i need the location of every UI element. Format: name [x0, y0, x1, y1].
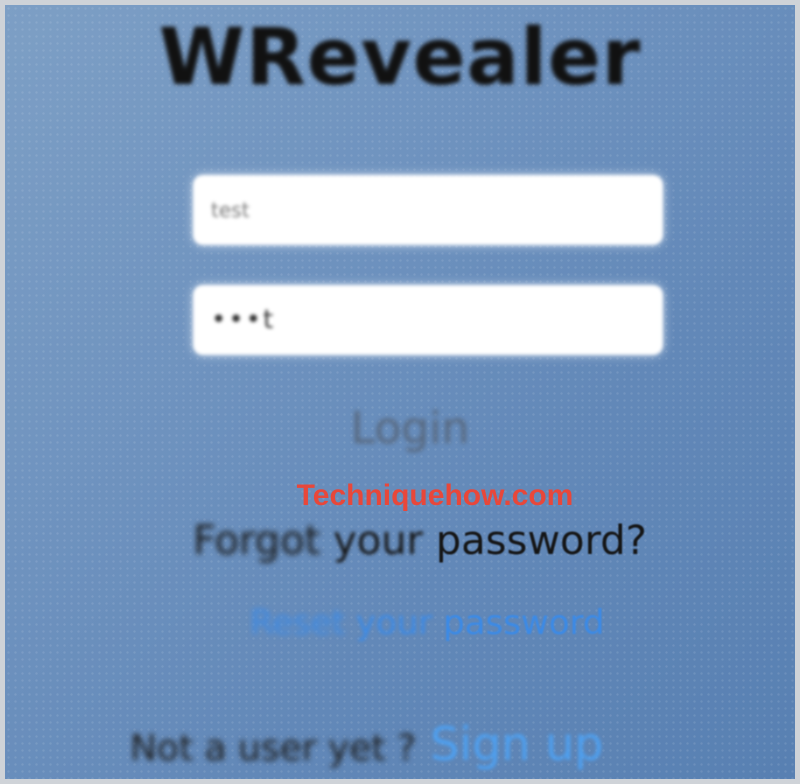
signup-row: Not a user yet ? Sign up	[130, 717, 603, 771]
username-input[interactable]: test	[193, 175, 663, 245]
reset-password-link[interactable]: Reset your password	[250, 603, 604, 643]
login-button[interactable]: Login	[5, 403, 795, 454]
username-value: test	[211, 198, 250, 222]
signup-prompt: Not a user yet ?	[130, 728, 417, 769]
password-value: •••t	[211, 305, 276, 335]
forgot-word-3: password?	[435, 518, 647, 564]
app-title: WRevealer	[158, 13, 642, 103]
forgot-password-text: Forgot your password?	[193, 518, 647, 564]
password-input[interactable]: •••t	[193, 285, 663, 355]
reset-word-1: Reset	[250, 603, 345, 643]
reset-word-2: your	[355, 603, 433, 643]
watermark-text: Techniquehow.com	[296, 479, 574, 512]
signup-link[interactable]: Sign up	[430, 717, 603, 771]
forgot-word-2: your	[333, 518, 424, 564]
forgot-word-1: Forgot	[193, 518, 321, 564]
login-screen: WRevealer test •••t Login Techniquehow.c…	[5, 5, 795, 779]
reset-word-3: password	[443, 603, 605, 643]
screenshot-frame: WRevealer test •••t Login Techniquehow.c…	[0, 0, 800, 784]
